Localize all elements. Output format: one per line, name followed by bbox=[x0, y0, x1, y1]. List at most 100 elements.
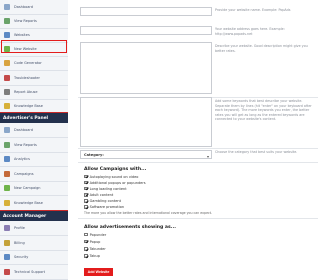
checkbox-label: Additional popups or popunders bbox=[89, 180, 146, 185]
sidebar-item-label: Dashboard bbox=[14, 5, 33, 9]
selected-item-highlight bbox=[1, 40, 67, 53]
sidebar-item-label: New Campaign bbox=[14, 186, 41, 190]
panel-title: Account Manager bbox=[3, 213, 47, 219]
sidebar-item-knowledge-base[interactable]: Knowledge Base bbox=[0, 197, 68, 209]
checkbox-label: Software promotion bbox=[89, 205, 125, 209]
keywords-help: Add some keywords that best describe you… bbox=[215, 99, 312, 122]
description-help: Describe your website. Good description … bbox=[215, 44, 308, 53]
sidebar-item-label: View Reports bbox=[14, 19, 37, 24]
checkbox-checked[interactable] bbox=[84, 186, 88, 191]
sidebar-item-knowledge-base[interactable]: Knowledge Base bbox=[0, 100, 68, 112]
sidebar-item-label: Billing bbox=[14, 240, 25, 245]
ads-section-title: Allow advertisements showing as... bbox=[84, 225, 176, 230]
divider bbox=[78, 218, 318, 219]
checkbox-row[interactable]: Popunder bbox=[84, 232, 106, 237]
description-textarea[interactable] bbox=[80, 42, 212, 94]
sidebar-item-label: Analytics bbox=[14, 157, 30, 161]
checkbox-checked[interactable] bbox=[84, 193, 88, 197]
checkbox-label: Tabup bbox=[89, 254, 100, 259]
campaigns-icon bbox=[4, 170, 10, 177]
abuse-icon bbox=[4, 88, 10, 95]
sidebar-item-label: Knowledge Base bbox=[14, 103, 43, 108]
reports-icon bbox=[4, 141, 10, 148]
checkbox-checked[interactable] bbox=[84, 254, 88, 258]
sidebar-item-analytics[interactable]: Analytics bbox=[0, 153, 68, 165]
advertiser-panel-header[interactable]: Advertiser's Panel bbox=[0, 112, 68, 123]
sidebar-item-label: Troubleshooter bbox=[14, 75, 40, 80]
add-website-button[interactable]: Add Website bbox=[84, 268, 113, 276]
sidebar-item-label: Security bbox=[14, 255, 29, 259]
divider bbox=[78, 162, 318, 163]
security-icon bbox=[4, 254, 10, 260]
site-name-help: Provide your website name. Example: PopA… bbox=[215, 8, 291, 12]
sidebar-item-code-generator[interactable]: Code Generator bbox=[0, 57, 68, 69]
sidebar-item-label: Websites bbox=[14, 33, 30, 38]
new-campaign-icon bbox=[4, 185, 10, 191]
checkbox-label: Gambling content bbox=[89, 198, 121, 203]
category-label: Category: bbox=[84, 153, 104, 157]
checkbox-label: Adult content bbox=[89, 192, 114, 197]
checkbox-row[interactable]: Autoplaying sound on video bbox=[84, 174, 138, 179]
sidebar-item-security[interactable]: Security bbox=[0, 251, 68, 263]
checkbox-checked[interactable] bbox=[84, 247, 88, 251]
checkbox-row[interactable]: Popup bbox=[84, 239, 100, 244]
checkbox-checked[interactable] bbox=[84, 180, 88, 185]
checkbox-row[interactable]: Gambling content bbox=[84, 198, 121, 203]
checkbox-label: Autoplaying sound on video bbox=[89, 174, 139, 179]
troubleshoot-icon bbox=[4, 74, 10, 81]
sidebar-item-report-abuse[interactable]: Report Abuse bbox=[0, 86, 68, 98]
dashboard-icon bbox=[4, 127, 10, 133]
checkbox-row[interactable]: Long loading content bbox=[84, 186, 127, 191]
sidebar-item-new-campaign[interactable]: New Campaign bbox=[0, 182, 68, 194]
panel-title: Advertiser's Panel bbox=[3, 115, 49, 121]
reports-icon bbox=[4, 18, 10, 25]
billing-icon bbox=[4, 239, 10, 246]
checkbox-checked[interactable] bbox=[84, 174, 88, 179]
websites-icon bbox=[4, 32, 10, 39]
campaigns-note: The more you allow the better rates and … bbox=[84, 211, 213, 215]
sidebar-item-label: Report Abuse bbox=[14, 89, 38, 94]
checkbox-checked[interactable] bbox=[84, 199, 88, 203]
dashboard-icon bbox=[4, 4, 10, 10]
analytics-icon bbox=[4, 156, 10, 162]
site-url-input[interactable] bbox=[80, 26, 212, 35]
sidebar-item-view-reports[interactable]: View Reports bbox=[0, 139, 68, 151]
knowledge-icon bbox=[4, 102, 10, 109]
sidebar-item-label: Knowledge Base bbox=[14, 200, 43, 205]
checkbox-unchecked[interactable] bbox=[84, 232, 88, 237]
keywords-textarea[interactable] bbox=[80, 97, 212, 147]
sidebar-item-profile[interactable]: Profile bbox=[0, 222, 68, 234]
checkbox-row[interactable]: Tabunder bbox=[84, 246, 106, 251]
sidebar-item-label: Profile bbox=[14, 226, 25, 230]
checkbox-row[interactable]: Tabup bbox=[84, 254, 100, 259]
sidebar-item-label: Dashboard bbox=[14, 128, 33, 132]
profile-icon bbox=[4, 225, 10, 231]
code-icon bbox=[4, 60, 10, 67]
site-name-input[interactable] bbox=[80, 7, 212, 16]
knowledge-icon bbox=[4, 199, 10, 206]
sidebar-item-label: Technical Support bbox=[14, 269, 46, 274]
checkbox-row[interactable]: Additional popups or popunders bbox=[84, 180, 146, 185]
sidebar-item-billing[interactable]: Billing bbox=[0, 237, 68, 249]
sidebar-item-label: View Reports bbox=[14, 142, 37, 147]
support-icon bbox=[4, 268, 10, 275]
sidebar-item-view-reports[interactable]: View Reports bbox=[0, 15, 68, 27]
campaigns-section-title: Allow Campaigns with... bbox=[84, 167, 147, 172]
checkbox-label: Tabunder bbox=[89, 246, 106, 251]
sidebar-item-dashboard[interactable]: Dashboard bbox=[0, 1, 68, 13]
sidebar-item-dashboard[interactable]: Dashboard bbox=[0, 124, 68, 136]
checkbox-label: Popunder bbox=[89, 232, 107, 237]
sidebar-item-technical-support[interactable]: Technical Support bbox=[0, 266, 68, 278]
site-url-help: Your website address goes here. Example:… bbox=[215, 27, 285, 36]
sidebar-item-campaigns[interactable]: Campaigns bbox=[0, 168, 68, 180]
account-manager-header[interactable]: Account Manager bbox=[0, 210, 68, 221]
divider bbox=[78, 148, 318, 149]
checkbox-row[interactable]: Software promotion bbox=[84, 205, 124, 210]
checkbox-label: Popup bbox=[89, 239, 101, 244]
checkbox-checked[interactable] bbox=[84, 205, 88, 209]
sidebar-item-troubleshooter[interactable]: Troubleshooter bbox=[0, 72, 68, 84]
checkbox-label: Long loading content bbox=[89, 186, 127, 191]
sidebar-item-label: Code Generator bbox=[14, 61, 42, 66]
checkbox-row[interactable]: Adult content bbox=[84, 192, 113, 197]
checkbox-checked[interactable] bbox=[84, 239, 88, 244]
